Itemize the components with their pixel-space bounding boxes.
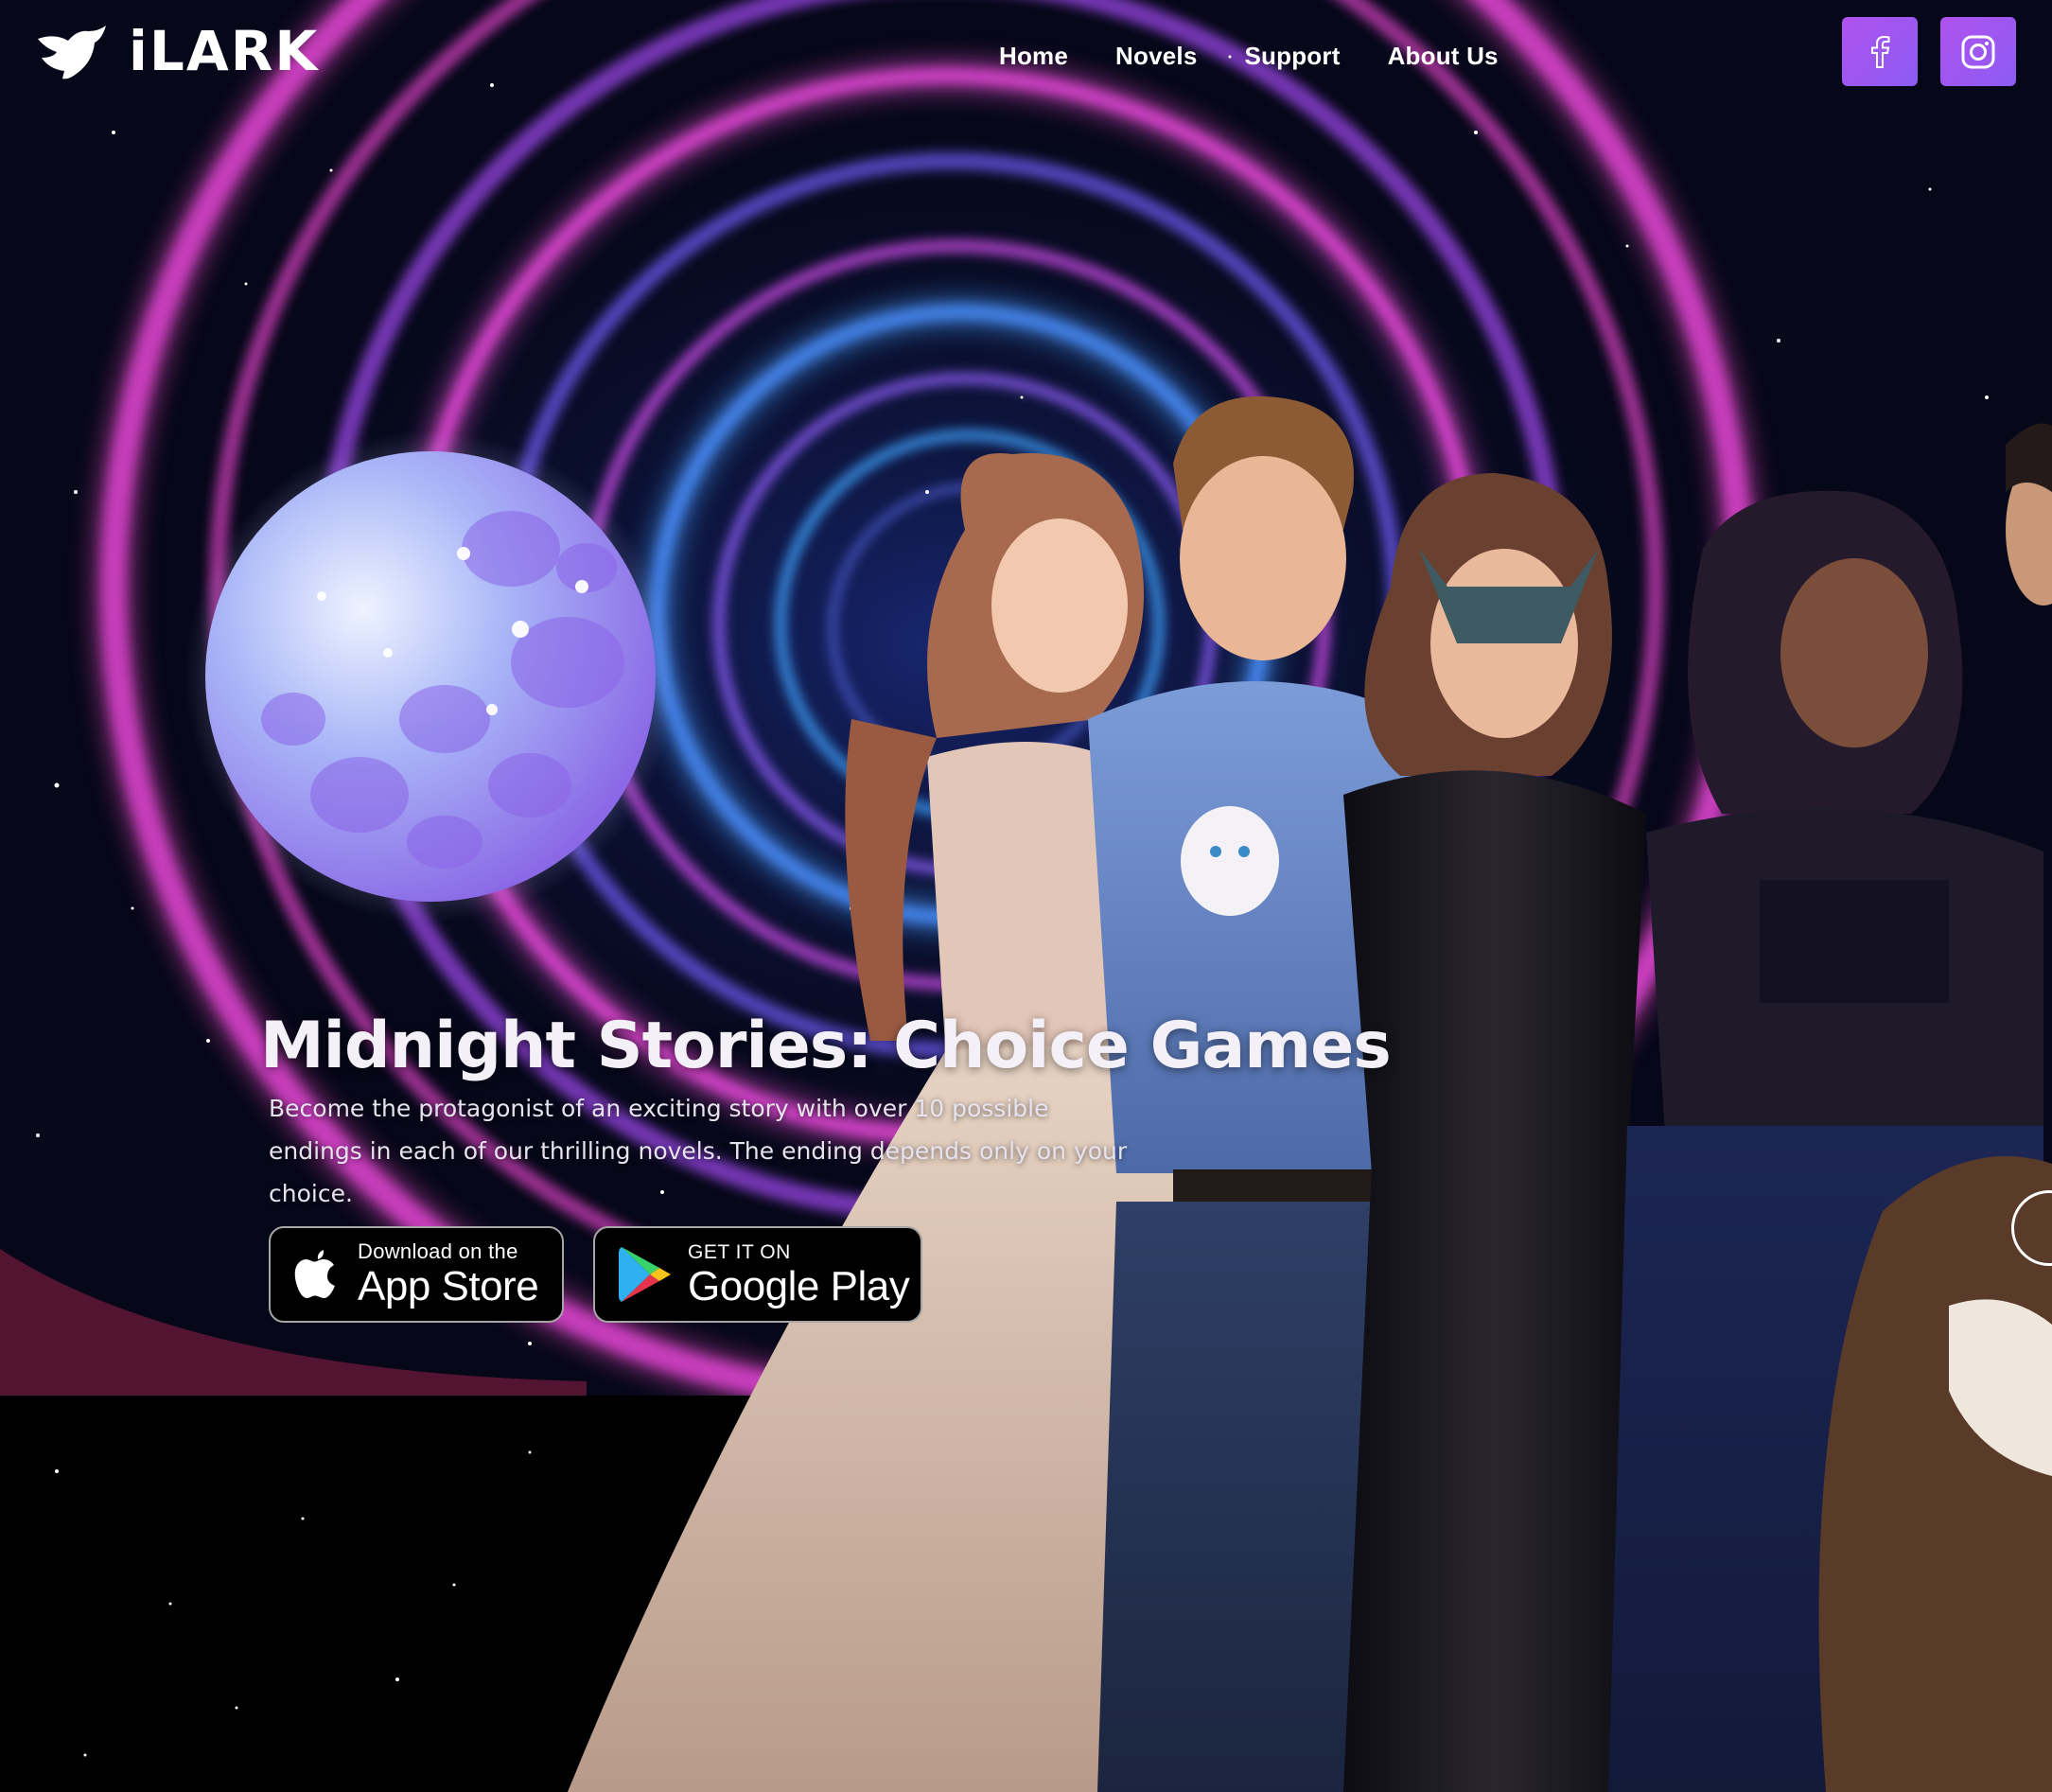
nav-item-home[interactable]: Home — [999, 42, 1068, 71]
hero-title: Midnight Stories: Choice Games — [260, 1008, 1392, 1083]
facebook-icon — [1871, 35, 1890, 68]
nav-item-about-us[interactable]: About Us — [1388, 42, 1499, 71]
main-nav: Home Novels Support About Us — [999, 42, 1499, 71]
app-store-small-label: Download on the — [358, 1239, 518, 1263]
bird-logo-icon — [38, 26, 106, 79]
page: iLARK Home Novels Support About Us Midni… — [0, 0, 2052, 1792]
google-play-button[interactable]: GET IT ON Google Play — [593, 1226, 922, 1323]
instagram-icon — [1961, 35, 1995, 68]
nav-item-support[interactable]: Support — [1245, 42, 1341, 71]
nav-item-novels[interactable]: Novels — [1115, 42, 1197, 71]
character-masked-woman — [1343, 473, 1646, 1792]
social-links — [1842, 17, 2016, 86]
brand-logo[interactable]: iLARK — [36, 19, 319, 83]
app-store-big-label: App Store — [358, 1263, 539, 1309]
site-header: iLARK Home Novels Support About Us — [0, 0, 2052, 114]
character-partial-man — [2006, 423, 2052, 606]
app-store-button[interactable]: Download on the App Store — [269, 1226, 564, 1323]
brand-name: iLARK — [129, 19, 320, 83]
facebook-button[interactable] — [1842, 17, 1918, 86]
hero-description: Become the protagonist of an exciting st… — [269, 1095, 1128, 1207]
apple-icon — [294, 1250, 335, 1298]
google-play-small-label: GET IT ON — [688, 1240, 791, 1263]
characters-illustration — [568, 395, 2052, 1792]
google-play-icon — [619, 1247, 671, 1302]
google-play-big-label: Google Play — [688, 1262, 910, 1309]
instagram-button[interactable] — [1940, 17, 2016, 86]
